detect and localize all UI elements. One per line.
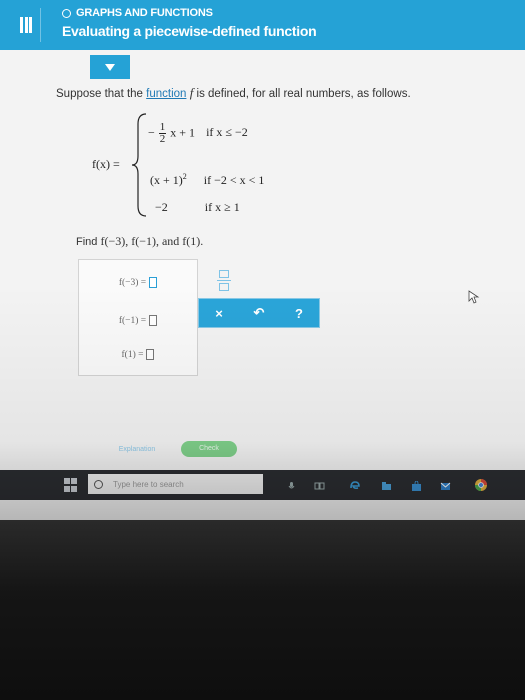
answer-input-f-neg3[interactable] [149,277,158,288]
fraction-denominator: 2 [159,133,166,145]
hamburger-icon [20,17,32,33]
answer-input-f-neg1[interactable] [149,315,158,326]
answer-toolbar: × ↶ ? [198,298,320,328]
chevron-down-icon [105,63,115,71]
case-1-expression: x + 1 [170,125,196,140]
fraction-denominator-box-icon [219,282,229,291]
menu-button[interactable] [12,8,41,42]
answer-label-1: f(−3) = [118,277,147,288]
case-2-exponent: 2 [182,172,187,181]
cortana-icon [94,479,103,489]
prompt-text-end: is defined, for all real numbers, as fol… [193,88,411,100]
answer-label-3: f(1) = [121,349,144,360]
fraction-bar-icon [217,279,231,281]
find-label: Find [76,236,101,248]
mouse-pointer-icon [468,290,480,304]
answer-row-2: f(−1) = [79,315,197,326]
taskbar-search-box[interactable]: Type here to search [88,474,263,494]
find-expression: f(−3), f(−1), and f(1). [100,234,204,248]
answer-label-2: f(−1) = [118,315,147,326]
fraction-numerator-box-icon [219,269,229,278]
prompt-text: Suppose that the [56,88,147,100]
explanation-button[interactable]: Explanation [104,443,170,457]
screen: GRAPHS AND FUNCTIONS Evaluating a piecew… [0,0,525,520]
case-2-condition: if −2 < x < 1 [203,173,265,187]
mail-icon[interactable] [440,481,451,491]
case-1-condition: if x ≤ −2 [206,125,248,140]
case-3-condition: if x ≥ 1 [204,200,240,214]
answer-input-f-1[interactable] [146,349,155,360]
left-brace-icon [131,113,147,217]
topic-text: GRAPHS AND FUNCTIONS [76,7,213,19]
case-1-sign: − [148,125,155,140]
case-1: − 1 2 x + 1 if x ≤ −2 [148,122,248,145]
case-3: −2 if x ≥ 1 [155,200,240,215]
header-bar: GRAPHS AND FUNCTIONS Evaluating a piecew… [0,0,525,50]
case-1-fraction: 1 2 [158,122,167,145]
store-icon[interactable] [411,481,422,491]
case-2: (x + 1)2 if −2 < x < 1 [150,172,264,188]
chrome-icon[interactable] [474,478,488,492]
edge-browser-icon[interactable] [349,481,360,491]
answer-row-1: f(−3) = [79,277,197,288]
microphone-icon[interactable] [286,481,297,491]
task-view-icon[interactable] [314,481,325,491]
circle-icon [62,8,71,18]
case-3-expression: −2 [155,200,168,214]
page-title: Evaluating a piecewise-defined function [62,23,317,39]
search-placeholder: Type here to search [113,479,184,489]
problem-statement: Suppose that the function f is defined, … [56,85,411,101]
file-explorer-icon[interactable] [381,481,392,491]
clear-button[interactable]: × [201,306,237,321]
collapse-header-button[interactable] [90,55,130,79]
undo-button[interactable]: ↶ [241,305,277,321]
function-link[interactable]: function [146,88,186,100]
answer-row-3: f(1) = [79,349,197,360]
help-button[interactable]: ? [281,306,317,321]
fraction-button[interactable] [210,265,238,295]
windows-start-icon[interactable] [64,478,78,492]
check-button[interactable]: Check [181,441,237,457]
topic-label: GRAPHS AND FUNCTIONS [62,7,213,19]
monitor-bezel [0,520,525,700]
answer-panel: f(−3) = f(−1) = f(1) = [78,259,198,376]
case-2-expression: (x + 1) [150,173,183,187]
function-lhs: f(x) = [92,157,120,171]
find-instruction: Find f(−3), f(−1), and f(1). [76,234,203,249]
